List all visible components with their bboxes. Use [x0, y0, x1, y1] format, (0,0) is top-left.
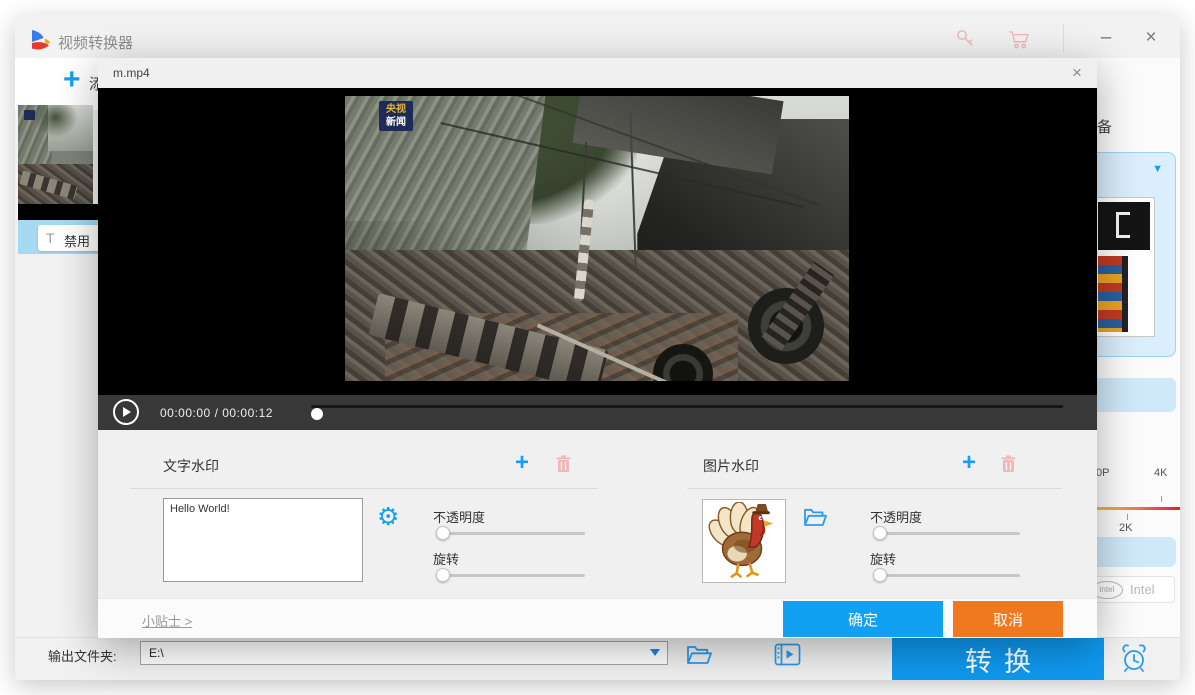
- play-button[interactable]: [113, 399, 139, 425]
- video-frame: 央视 新闻: [345, 96, 849, 381]
- watermark-text-input[interactable]: Hello World!: [163, 498, 363, 582]
- format-preview-screen: [1098, 202, 1150, 250]
- resolution-2k-label: 2K: [1119, 522, 1132, 534]
- close-button[interactable]: ×: [1138, 27, 1164, 49]
- disable-label: 禁用: [64, 231, 90, 250]
- film-strip-thumbnail: [1098, 256, 1128, 332]
- open-folder-icon[interactable]: [686, 644, 713, 666]
- time-display: 00:00:00 / 00:00:12: [160, 406, 273, 420]
- schedule-alarm-icon[interactable]: [1118, 643, 1150, 673]
- convert-button[interactable]: 转换: [892, 638, 1104, 680]
- titlebar-divider: [1063, 24, 1064, 52]
- text-rotate-slider[interactable]: [437, 568, 585, 582]
- turkey-image: [708, 502, 780, 580]
- slider-handle[interactable]: [436, 568, 450, 582]
- output-folder-label: 输出文件夹:: [48, 646, 117, 665]
- text-watermark-title: 文字水印: [163, 456, 219, 476]
- resolution-tick-4k: [1161, 496, 1162, 502]
- app-logo-icon: [28, 28, 54, 54]
- add-file-plus-icon[interactable]: +: [63, 65, 81, 95]
- delete-image-watermark-icon[interactable]: [1001, 455, 1016, 473]
- dialog-close-icon[interactable]: ×: [1066, 63, 1088, 83]
- browse-image-folder-icon[interactable]: [803, 507, 828, 528]
- badge-line2: 新闻: [379, 116, 413, 129]
- add-text-watermark-button[interactable]: +: [515, 452, 529, 474]
- play-icon: [123, 407, 131, 417]
- gear-icon[interactable]: ⚙: [377, 505, 399, 529]
- slider-handle[interactable]: [873, 568, 887, 582]
- minimize-button[interactable]: –: [1093, 27, 1119, 49]
- dialog-footer: 小贴士 > 确定 取消: [98, 598, 1097, 638]
- slider-handle[interactable]: [873, 526, 887, 540]
- dialog-title: m.mp4: [113, 66, 150, 80]
- text-opacity-label: 不透明度: [433, 507, 485, 526]
- image-opacity-slider[interactable]: [874, 526, 1020, 540]
- intel-acceleration-badge[interactable]: intel Intel: [1087, 576, 1175, 603]
- combobox-dropdown-icon[interactable]: [650, 649, 660, 656]
- tips-link[interactable]: 小贴士 >: [142, 611, 192, 630]
- image-rotate-label: 旋转: [870, 549, 896, 568]
- thumb-tree-layer: [33, 105, 78, 138]
- image-watermark-divider: [687, 488, 1062, 489]
- time-current: 00:00:00: [160, 406, 211, 420]
- text-opacity-slider[interactable]: [437, 526, 585, 540]
- output-folder-combobox[interactable]: E:\: [140, 641, 668, 665]
- text-t-icon: T: [46, 230, 55, 246]
- format-preview-bracket: [1116, 212, 1130, 238]
- text-rotate-label: 旋转: [433, 549, 459, 568]
- slider-handle[interactable]: [436, 526, 450, 540]
- screen: 视频转换器 – × + 添: [0, 0, 1195, 695]
- resolution-tick-2k: [1127, 514, 1128, 520]
- cart-icon[interactable]: [1008, 30, 1032, 49]
- bottom-bar: 输出文件夹: E:\ 转换: [15, 637, 1180, 680]
- slider-track: [437, 574, 585, 577]
- register-key-icon[interactable]: [955, 28, 975, 48]
- slider-track: [874, 574, 1020, 577]
- window-title: 视频转换器: [58, 32, 133, 53]
- ok-button[interactable]: 确定: [783, 601, 943, 637]
- watermark-settings: 文字水印 + Hello World! ⚙ 不透明度 旋转: [98, 430, 1097, 598]
- preview-video-icon[interactable]: [774, 643, 801, 666]
- slider-track: [437, 532, 585, 535]
- thumb-badge: [24, 110, 35, 120]
- text-watermark-divider: [130, 488, 598, 489]
- image-rotate-slider[interactable]: [874, 568, 1020, 582]
- time-separator: /: [215, 406, 219, 420]
- slider-track: [874, 532, 1020, 535]
- output-folder-path: E:\: [149, 646, 164, 660]
- player-bar: 00:00:00 / 00:00:12: [98, 395, 1097, 430]
- resolution-left-label: 0P: [1096, 467, 1109, 479]
- watermark-image-box[interactable]: [702, 499, 786, 583]
- intel-label: Intel: [1130, 582, 1155, 597]
- add-image-watermark-button[interactable]: +: [962, 452, 976, 474]
- cancel-button[interactable]: 取消: [953, 601, 1063, 637]
- cctv-news-badge: 央视 新闻: [379, 101, 413, 131]
- time-total: 00:00:12: [222, 406, 273, 420]
- seek-handle[interactable]: [311, 408, 323, 420]
- output-format-partial-label: 备: [1097, 116, 1112, 137]
- resolution-4k-label: 4K: [1154, 467, 1167, 479]
- watermark-dialog: m.mp4 ×: [98, 58, 1097, 638]
- image-opacity-label: 不透明度: [870, 507, 922, 526]
- chevron-down-icon[interactable]: ▼: [1152, 163, 1163, 175]
- seek-bar[interactable]: [311, 405, 1063, 419]
- video-preview-area: 央视 新闻: [98, 88, 1097, 395]
- seek-track: [311, 405, 1063, 408]
- image-watermark-title: 图片水印: [703, 456, 759, 476]
- format-preview-box: [1093, 197, 1155, 337]
- badge-line1: 央视: [379, 103, 413, 116]
- delete-text-watermark-icon[interactable]: [556, 455, 571, 473]
- media-thumbnail[interactable]: [18, 105, 93, 207]
